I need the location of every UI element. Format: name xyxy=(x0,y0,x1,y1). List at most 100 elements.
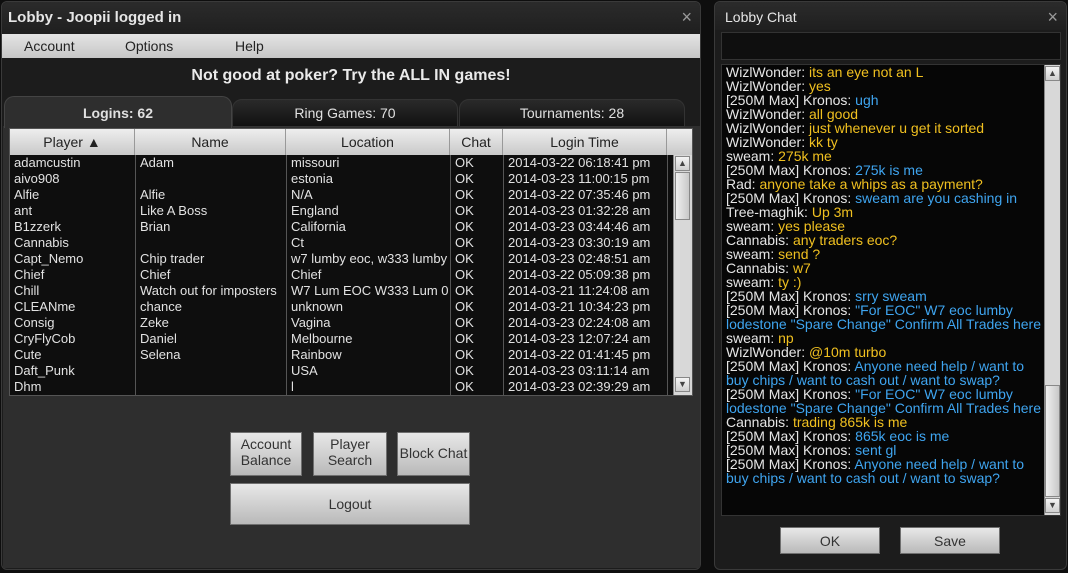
chat-input[interactable] xyxy=(721,32,1061,60)
cell-login-time: 2014-03-23 11:00:15 pm xyxy=(508,171,650,186)
cell-player: CryFlyCob xyxy=(14,331,76,346)
cell-location: N/A xyxy=(291,187,313,202)
table-row[interactable]: Daft_Punk USA OK 2014-03-23 03:11:14 am xyxy=(10,363,674,379)
chat-message: Tree-maghik: Up 3m xyxy=(726,205,1044,219)
table-row[interactable]: Chief Chief Chief OK 2014-03-22 05:09:38 pm xyxy=(10,267,674,283)
cell-login-time: 2014-03-22 05:09:38 pm xyxy=(508,267,651,282)
cell-location: Rainbow xyxy=(291,347,342,362)
cell-chat: OK xyxy=(455,379,474,394)
scroll-down-icon[interactable]: ▼ xyxy=(675,377,690,392)
scroll-up-icon[interactable]: ▲ xyxy=(1045,66,1060,81)
chat-window: Lobby Chat × WizlWonder: its an eye not … xyxy=(714,1,1067,570)
table-row[interactable]: aivo908 estonia OK 2014-03-23 11:00:15 pm xyxy=(10,171,674,187)
cell-player: Dhm xyxy=(14,379,42,394)
account-balance-button[interactable]: Account Balance xyxy=(230,432,302,476)
menu-help[interactable]: Help xyxy=(235,38,264,54)
player-search-button[interactable]: Player Search xyxy=(313,432,387,476)
player-search-label-1: Player xyxy=(330,436,370,452)
table-row[interactable]: CryFlyCob Daniel Melbourne OK 2014-03-23 12:… xyxy=(10,331,674,347)
chat-message: [250M Max] Kronos: Anyone need help / wa… xyxy=(726,457,1044,485)
cell-login-time: 2014-03-23 02:24:08 am xyxy=(508,315,651,330)
table-row[interactable]: Chill Watch out for imposters W7 Lum EOC W… xyxy=(10,283,674,299)
cell-player: CLEANme xyxy=(14,299,76,314)
chat-message: sweam: ty :) xyxy=(726,275,1044,289)
chat-message: [250M Max] Kronos: 275k is me xyxy=(726,163,1044,177)
scroll-down-icon[interactable]: ▼ xyxy=(1045,498,1060,513)
ok-button[interactable]: OK xyxy=(780,527,880,554)
scroll-up-icon[interactable]: ▲ xyxy=(675,156,690,171)
table-row[interactable]: CLEANme chance unknown OK 2014-03-21 10:34:2… xyxy=(10,299,674,315)
table-row[interactable]: Alfie Alfie N/A OK 2014-03-22 07:35:46 pm xyxy=(10,187,674,203)
lobby-window: Lobby - Joopii logged in × Account Optio… xyxy=(1,1,701,570)
column-name[interactable]: Name xyxy=(135,129,286,155)
cell-player: adamcustin xyxy=(14,155,81,170)
cell-chat: OK xyxy=(455,347,474,362)
close-icon[interactable]: × xyxy=(681,7,692,27)
column-login-time[interactable]: Login Time xyxy=(503,129,667,155)
column-location[interactable]: Location xyxy=(286,129,450,155)
cell-login-time: 2014-03-23 01:32:28 am xyxy=(508,203,651,218)
cell-name: Chip trader xyxy=(140,251,205,266)
cell-location: estonia xyxy=(291,171,333,186)
table-row[interactable]: Capt_Nemo Chip trader w7 lumby eoc, w333 l… xyxy=(10,251,674,267)
chat-message: WizlWonder: its an eye not an L xyxy=(726,65,1044,79)
table-row[interactable]: Dhm l OK 2014-03-23 02:39:29 am xyxy=(10,379,674,395)
cell-login-time: 2014-03-23 02:48:51 am xyxy=(508,251,651,266)
block-chat-button[interactable]: Block Chat xyxy=(397,432,470,476)
lobby-titlebar[interactable]: Lobby - Joopii logged in × xyxy=(2,2,700,34)
cell-player: Chill xyxy=(14,283,40,298)
logout-button[interactable]: Logout xyxy=(230,483,470,525)
logins-table: Player ▲ Name Location Chat Login Time a… xyxy=(9,128,693,396)
cell-login-time: 2014-03-22 01:41:45 pm xyxy=(508,347,651,362)
column-chat[interactable]: Chat xyxy=(450,129,503,155)
close-icon[interactable]: × xyxy=(1047,7,1058,27)
cell-chat: OK xyxy=(455,315,474,330)
chat-message: sweam: yes please xyxy=(726,219,1044,233)
promo-banner[interactable]: Not good at poker? Try the ALL IN games! xyxy=(2,67,700,85)
cell-location: USA xyxy=(291,363,318,378)
chat-text: ugh xyxy=(855,92,879,108)
cell-chat: OK xyxy=(455,219,474,234)
cell-chat: OK xyxy=(455,171,474,186)
cell-name: Watch out for imposters xyxy=(140,283,277,298)
cell-login-time: 2014-03-23 03:44:46 am xyxy=(508,219,651,234)
table-scrollbar[interactable]: ▲ ▼ xyxy=(673,155,692,395)
cell-chat: OK xyxy=(455,267,474,282)
save-button[interactable]: Save xyxy=(900,527,1000,554)
cell-location: w7 lumby eoc, w333 lumby xyxy=(291,251,448,266)
tab-ring-games[interactable]: Ring Games: 70 xyxy=(232,99,458,127)
table-row[interactable]: adamcustin Adam missouri OK 2014-03-22 06:18… xyxy=(10,155,674,171)
cell-login-time: 2014-03-22 06:18:41 pm xyxy=(508,155,651,170)
chat-message: [250M Max] Kronos: sent gl xyxy=(726,443,1044,457)
table-row[interactable]: B1zzerk Brian California OK 2014-03-23 03:44… xyxy=(10,219,674,235)
cell-player: aivo908 xyxy=(14,171,60,186)
scroll-thumb[interactable] xyxy=(1045,385,1060,497)
chat-message: [250M Max] Kronos: ugh xyxy=(726,93,1044,107)
cell-login-time: 2014-03-21 11:24:08 am xyxy=(508,283,650,298)
tab-tournaments[interactable]: Tournaments: 28 xyxy=(459,99,685,127)
tab-logins[interactable]: Logins: 62 xyxy=(4,96,232,128)
cell-name: Like A Boss xyxy=(140,203,208,218)
cell-player: B1zzerk xyxy=(14,219,61,234)
table-row[interactable]: Consig Zeke Vagina OK 2014-03-23 02:24:08 am xyxy=(10,315,674,331)
column-player[interactable]: Player ▲ xyxy=(10,129,135,155)
chat-message: WizlWonder: just whenever u get it sorte… xyxy=(726,121,1044,135)
table-header: Player ▲ Name Location Chat Login Time xyxy=(10,129,692,155)
table-row[interactable]: Cute Selena Rainbow OK 2014-03-22 01:41:45 p… xyxy=(10,347,674,363)
scroll-thumb[interactable] xyxy=(675,172,690,220)
chat-message: sweam: np xyxy=(726,331,1044,345)
cell-name: chance xyxy=(140,299,182,314)
chat-titlebar[interactable]: Lobby Chat × xyxy=(715,2,1066,30)
cell-login-time: 2014-03-21 10:34:23 pm xyxy=(508,299,651,314)
chat-message: [250M Max] Kronos: "For EOC" W7 eoc lumb… xyxy=(726,387,1044,415)
cell-name: Alfie xyxy=(140,187,166,202)
menu-account[interactable]: Account xyxy=(24,38,75,54)
menu-options[interactable]: Options xyxy=(125,38,173,54)
table-row[interactable]: Cannabis Ct OK 2014-03-23 03:30:19 am xyxy=(10,235,674,251)
cell-location: Ct xyxy=(291,235,304,250)
chat-scrollbar[interactable]: ▲ ▼ xyxy=(1044,65,1060,515)
table-row[interactable]: ant Like A Boss England OK 2014-03-23 01:32:… xyxy=(10,203,674,219)
chat-message: Cannabis: any traders eoc? xyxy=(726,233,1044,247)
cell-location: Vagina xyxy=(291,315,331,330)
cell-chat: OK xyxy=(455,251,474,266)
